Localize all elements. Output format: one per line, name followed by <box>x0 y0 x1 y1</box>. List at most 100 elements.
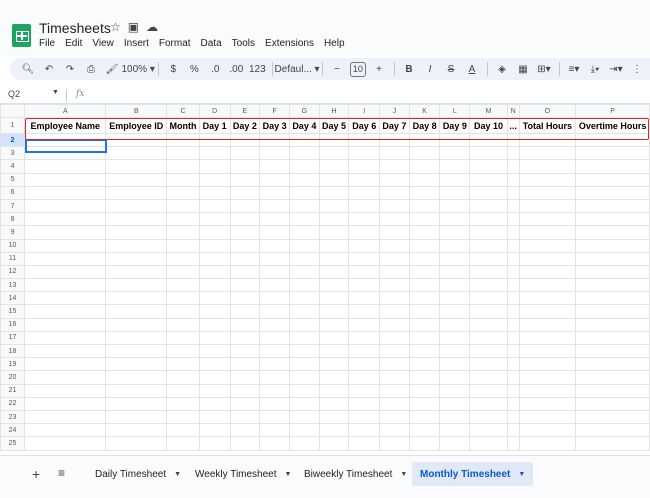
cell[interactable] <box>379 264 410 280</box>
caret-down-icon[interactable]: ▼ <box>285 471 292 478</box>
cell[interactable] <box>575 159 650 174</box>
cell[interactable] <box>518 132 577 148</box>
cell[interactable] <box>439 278 471 293</box>
cell[interactable] <box>379 159 410 174</box>
cell[interactable] <box>24 251 107 266</box>
cell[interactable] <box>506 330 520 346</box>
cell[interactable] <box>518 225 577 240</box>
cell[interactable] <box>318 278 350 293</box>
all-sheets-icon[interactable]: ≡ <box>58 466 65 480</box>
row-header[interactable]: 3 <box>0 146 26 161</box>
cell[interactable] <box>518 423 577 438</box>
cell[interactable] <box>105 198 168 214</box>
cell[interactable] <box>506 304 520 319</box>
print-icon[interactable]: ⎙ <box>83 60 99 78</box>
cell[interactable] <box>469 343 508 359</box>
cell[interactable] <box>379 132 410 148</box>
cell[interactable] <box>198 423 231 438</box>
currency-format-button[interactable]: $ <box>165 60 181 78</box>
cell[interactable] <box>288 132 320 148</box>
cell[interactable] <box>259 198 290 214</box>
cell[interactable] <box>288 423 320 438</box>
cell[interactable] <box>439 159 471 174</box>
cell[interactable] <box>24 343 107 359</box>
move-folder-icon[interactable]: ▣ <box>128 20 139 34</box>
cell[interactable] <box>24 423 107 438</box>
cell[interactable] <box>439 370 471 385</box>
cell[interactable] <box>518 198 577 214</box>
cell[interactable] <box>259 212 290 227</box>
decrease-font-size-button[interactable]: − <box>329 60 345 78</box>
cell[interactable] <box>575 357 650 372</box>
cell[interactable] <box>379 370 410 385</box>
cell[interactable] <box>24 132 107 148</box>
cell[interactable] <box>318 423 350 438</box>
cell[interactable] <box>469 185 508 200</box>
cell[interactable] <box>166 225 200 240</box>
cell[interactable]: Day 7 <box>379 117 410 134</box>
cell[interactable] <box>259 370 290 385</box>
cell[interactable] <box>439 330 471 346</box>
cell[interactable] <box>408 317 441 332</box>
cell[interactable]: Day 4 <box>288 117 320 134</box>
row-header[interactable]: 15 <box>0 304 26 319</box>
row-header[interactable]: 14 <box>0 291 26 306</box>
horizontal-align-icon[interactable]: ≡▾ <box>566 60 582 78</box>
cell[interactable] <box>469 251 508 266</box>
cell[interactable] <box>348 159 381 174</box>
cell[interactable] <box>469 383 508 398</box>
cell[interactable] <box>166 409 200 425</box>
column-header[interactable]: K <box>408 104 441 118</box>
cell[interactable] <box>379 330 410 346</box>
cell[interactable] <box>105 225 168 240</box>
cell[interactable] <box>518 291 577 306</box>
cell[interactable] <box>318 238 350 253</box>
sheet-tab[interactable]: Monthly Timesheet ▼ <box>412 462 534 486</box>
strikethrough-icon[interactable]: S <box>443 60 459 78</box>
cell[interactable] <box>348 317 381 332</box>
cell[interactable] <box>518 343 577 359</box>
cell[interactable] <box>24 370 107 385</box>
cell[interactable] <box>198 264 231 280</box>
cell[interactable] <box>506 436 520 451</box>
row-header[interactable]: 2 <box>0 132 26 148</box>
cell[interactable] <box>198 225 231 240</box>
row-header[interactable]: 25 <box>0 436 26 451</box>
cell[interactable] <box>348 291 381 306</box>
cell[interactable] <box>379 304 410 319</box>
cell[interactable] <box>24 198 107 214</box>
cell[interactable] <box>229 436 261 451</box>
font-size-input[interactable]: 10 <box>349 61 366 77</box>
cell[interactable] <box>348 225 381 240</box>
add-sheet-icon[interactable]: + <box>32 466 40 482</box>
cell[interactable] <box>469 423 508 438</box>
cell[interactable] <box>229 278 261 293</box>
cell[interactable] <box>318 251 350 266</box>
cell[interactable] <box>348 278 381 293</box>
cell[interactable] <box>518 436 577 451</box>
cell[interactable] <box>379 383 410 398</box>
cell[interactable] <box>105 132 168 148</box>
cell[interactable] <box>408 291 441 306</box>
cell[interactable] <box>506 251 520 266</box>
sheet-tab[interactable]: Weekly Timesheet ▼ <box>187 462 299 486</box>
cell[interactable] <box>439 172 471 187</box>
cell[interactable] <box>259 172 290 187</box>
cloud-status-icon[interactable]: ☁ <box>146 20 158 34</box>
column-header[interactable]: F <box>259 104 290 118</box>
cell[interactable] <box>439 185 471 200</box>
cell[interactable] <box>24 185 107 200</box>
cell[interactable] <box>259 238 290 253</box>
caret-down-icon[interactable]: ▼ <box>518 471 525 478</box>
cell[interactable] <box>506 225 520 240</box>
cell[interactable] <box>575 198 650 214</box>
number-format-button[interactable]: 123 <box>249 60 266 78</box>
zoom-select[interactable]: 100% ▾ <box>121 60 154 78</box>
cell[interactable] <box>105 264 168 280</box>
cell[interactable] <box>518 185 577 200</box>
column-header[interactable]: M <box>469 104 508 118</box>
cell[interactable] <box>288 172 320 187</box>
document-title[interactable]: Timesheets <box>39 20 111 36</box>
cell[interactable] <box>518 212 577 227</box>
cell[interactable] <box>318 436 350 451</box>
